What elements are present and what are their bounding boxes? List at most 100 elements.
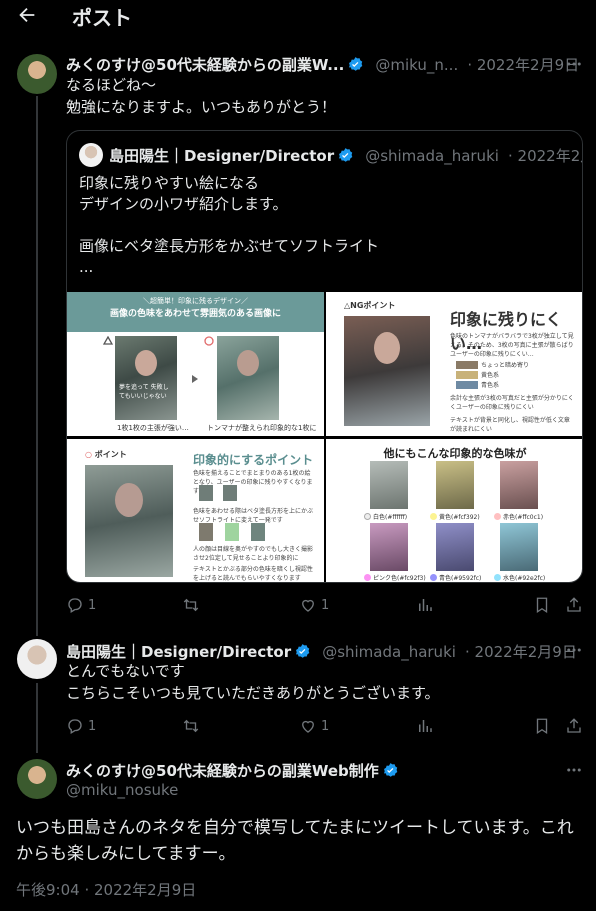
views-button[interactable] xyxy=(416,716,434,736)
views-button[interactable] xyxy=(416,595,434,615)
quote-text: 印象に残りやすい絵になる デザインの小ワザ紹介します。 画像にベタ塗長方形をかぶ… xyxy=(79,173,379,278)
triangle-icon xyxy=(103,336,113,345)
bookmark-icon xyxy=(536,718,548,735)
swatch-label: 青色系 xyxy=(481,381,500,389)
banner-subtitle: ＼超簡単！印象に残るデザイン／ xyxy=(143,297,248,305)
thread-line xyxy=(36,683,38,753)
image-caption: 1枚1枚の主張が強い… xyxy=(117,424,189,432)
reply-button[interactable]: 1 xyxy=(66,716,96,736)
image-banner: ＼超簡単！印象に残るデザイン／ 画像の色味をあわせて雰囲気のある画像に xyxy=(67,292,324,332)
reply2-text: とんでもないです こちらこそいつも見ていただきありがとうございます。 xyxy=(66,660,440,704)
photo xyxy=(85,465,173,577)
bullet-text: テキストとかぶる部分の色味を暗くし視認性を上げると読んでもらいやすくなります xyxy=(193,566,313,582)
more-icon[interactable] xyxy=(565,55,583,73)
author-handle[interactable]: @miku_nosuke xyxy=(66,781,178,799)
quote-author-name: 島田陽生｜Designer/Director xyxy=(109,147,335,165)
color-swatch xyxy=(430,574,437,581)
photo xyxy=(370,523,408,571)
verified-badge-icon xyxy=(349,57,363,71)
back-arrow-icon[interactable] xyxy=(16,4,38,26)
text-line: なるほどね〜 xyxy=(66,76,157,94)
author-name[interactable]: みくのすけ@50代未経験からの副業Web制作 xyxy=(66,762,379,780)
action-bar: 1 1 xyxy=(66,595,586,615)
image-caption: トンマナが整えられ印象的な1枚に xyxy=(207,424,317,432)
avatar xyxy=(79,143,103,167)
media-image-2[interactable]: △NGポイント 印象に残りにくい… 色味のトンマナがバラバラで3枚が独立して見え… xyxy=(326,292,582,436)
text-line: 勉強になりますよ。いつもありがとう！ xyxy=(66,98,337,116)
color-swatch xyxy=(364,513,371,520)
more-icon[interactable] xyxy=(565,761,583,779)
arrow-right-icon xyxy=(192,375,198,383)
share-button[interactable] xyxy=(565,595,583,615)
quote-author-handle: @shimada_haruki xyxy=(365,147,499,165)
bullet-text: 色味のトンマナがバラバラで3枚が独立して見える。そのため、3枚の写真に主張が散ら… xyxy=(450,333,574,358)
swatch-label: ちょっと暗め寄り xyxy=(481,361,530,369)
avatar[interactable] xyxy=(17,639,57,679)
post-date[interactable]: · 2022年2月9日 xyxy=(465,643,577,661)
circle-icon xyxy=(204,336,214,346)
quote-card[interactable]: 島田陽生｜Designer/Director @shimada_haruki ·… xyxy=(66,130,583,583)
media-image-1[interactable]: ＼超簡単！印象に残るデザイン／ 画像の色味をあわせて雰囲気のある画像に 夢を追っ… xyxy=(67,292,324,436)
media-image-4[interactable]: 他にもこんな印象的な色味が 白色(#ffffff) 黄色(#fcf392) 赤色… xyxy=(326,439,582,582)
retweet-button[interactable] xyxy=(182,716,200,736)
like-icon xyxy=(302,720,314,733)
main-post-text: いつも田島さんのネタを自分で模写してたまにツイートしています。これからも楽しみに… xyxy=(16,818,574,864)
color-swatch xyxy=(494,513,501,520)
verified-badge-icon xyxy=(296,644,310,658)
author-name[interactable]: 島田陽生｜Designer/Director xyxy=(66,643,291,661)
post-timestamp[interactable]: 午後9:04 · 2022年2月9日 xyxy=(16,879,196,900)
overlay-demo xyxy=(199,523,279,541)
color-label: 水色(#92e2fc) xyxy=(503,575,546,582)
quote-header: 島田陽生｜Designer/Director @shimada_haruki ·… xyxy=(109,145,582,166)
text-line: デザインの小ワザ紹介します。 xyxy=(79,195,288,213)
reply-button[interactable]: 1 xyxy=(66,595,96,615)
ng-label: △NGポイント xyxy=(344,300,395,311)
avatar[interactable] xyxy=(17,54,57,94)
share-icon xyxy=(567,718,581,733)
bookmark-button[interactable] xyxy=(533,595,551,615)
reply2-header: 島田陽生｜Designer/Director @shimada_haruki ·… xyxy=(66,641,577,662)
action-bar: 1 1 xyxy=(66,716,586,736)
photo xyxy=(500,461,538,509)
text-line: 画像にベタ塗長方形をかぶせてソフトライト xyxy=(79,237,380,255)
avatar[interactable] xyxy=(17,759,57,799)
author-handle[interactable]: @miku_n... xyxy=(375,56,458,74)
banner-title: 画像の色味をあわせて雰囲気のある画像に xyxy=(109,309,281,319)
ng-label-text: NGポイント xyxy=(350,301,396,310)
color-swatch xyxy=(364,574,371,581)
photo-caption: 夢を追って 失敗してもいいじゃない xyxy=(119,384,169,400)
image-title: 印象的にするポイント xyxy=(193,453,314,467)
like-count: 1 xyxy=(321,718,330,734)
text-line: とんでもないです xyxy=(66,662,185,680)
like-button[interactable]: 1 xyxy=(299,716,329,736)
reply-count: 1 xyxy=(88,597,97,613)
photo xyxy=(436,523,474,571)
retweet-icon xyxy=(183,598,199,612)
post-date[interactable]: · 2022年2月9日 xyxy=(467,56,579,74)
share-button[interactable] xyxy=(565,716,583,736)
author-name[interactable]: みくのすけ@50代未経験からの副業W... xyxy=(66,56,344,74)
author-handle[interactable]: @shimada_haruki xyxy=(322,643,456,661)
more-icon[interactable] xyxy=(565,641,583,659)
media-image-3[interactable]: ○ ポイント 印象的にするポイント 色味を揃えることでまとまりのある1枚の絵とな… xyxy=(67,439,324,582)
retweet-icon xyxy=(183,719,199,733)
like-button[interactable]: 1 xyxy=(299,595,329,615)
photo xyxy=(344,316,430,426)
swatch-label: 黄色系 xyxy=(481,371,500,379)
reply1-header: みくのすけ@50代未経験からの副業W... @miku_n... · 2022年… xyxy=(66,54,579,75)
header: ポスト xyxy=(0,0,596,30)
photo xyxy=(370,461,408,509)
bullet-text: テキストが背景と同化し、視認性が低く文章が読まれにくい xyxy=(450,417,570,433)
like-icon xyxy=(302,599,314,612)
color-label: ピンク色(#fc92f3) xyxy=(373,575,426,582)
color-label: 赤色(#ffc0c1) xyxy=(503,514,544,521)
media-grid: ＼超簡単！印象に残るデザイン／ 画像の色味をあわせて雰囲気のある画像に 夢を追っ… xyxy=(67,292,582,582)
reply-icon xyxy=(68,719,82,734)
thumb-row xyxy=(199,485,259,501)
bookmark-button[interactable] xyxy=(533,716,551,736)
photo xyxy=(500,523,538,571)
retweet-button[interactable] xyxy=(182,595,200,615)
bullet-text: 人の顔は目線を奥がやすのでもし大きく撮影させ2位定して見せることより印象的に xyxy=(193,546,314,562)
reply1-text: なるほどね〜 勉強になりますよ。いつもありがとう！ xyxy=(66,74,336,118)
image-title: 他にもこんな印象的な色味が xyxy=(383,447,527,460)
